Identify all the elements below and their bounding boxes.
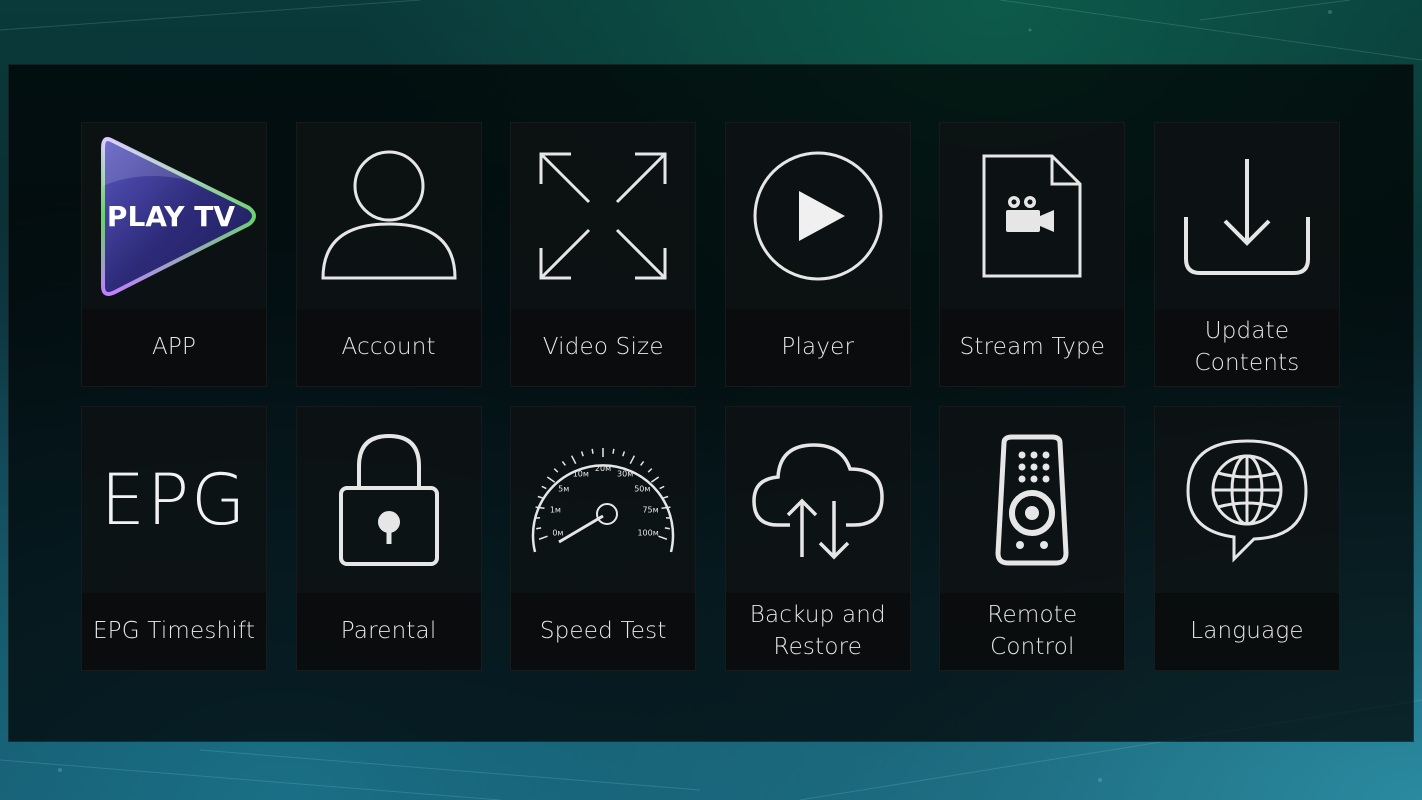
tile-label: Video Size — [542, 333, 664, 360]
tile-label: Account — [341, 333, 436, 360]
gauge-label: 30м — [617, 469, 633, 478]
gauge-tick — [623, 451, 625, 456]
tile-update-contents[interactable]: Update Contents — [1153, 122, 1340, 387]
tile-remote-control[interactable]: Remote Control — [939, 406, 1126, 671]
video-file-icon — [980, 152, 1084, 280]
gauge-tick — [563, 461, 566, 465]
tile-player[interactable]: Player — [724, 122, 911, 387]
tile-label: Language — [1190, 617, 1304, 644]
gauge-tick — [542, 486, 547, 488]
tile-epg-timeshift[interactable]: EPG EPG Timeshift — [81, 406, 267, 671]
tile-parental[interactable]: Parental — [295, 406, 482, 671]
tile-label: EPG Timeshift — [92, 617, 256, 644]
globe-speech-icon — [1182, 435, 1312, 565]
tile-label: APP — [151, 333, 197, 360]
download-icon — [1182, 155, 1312, 277]
tile-video-size[interactable]: Video Size — [510, 122, 697, 387]
cloud-sync-icon — [750, 439, 886, 561]
play-tv-logo-icon: PLAY TV — [89, 126, 259, 306]
tile-stream-type[interactable]: Stream Type — [939, 122, 1126, 387]
gauge-tick — [659, 536, 667, 539]
remote-control-icon — [994, 435, 1070, 565]
tile-backup-restore[interactable]: Backup and Restore — [724, 406, 911, 671]
tile-label: Stream Type — [959, 333, 1106, 360]
tile-speed-test[interactable]: 0м 1м 5м 10м 20м 30м 50м 75м 100м Speed Test — [510, 406, 697, 671]
gauge-tick — [648, 469, 652, 472]
gauge-label: 0м — [553, 528, 564, 537]
tile-label: Remote Control — [987, 602, 1078, 660]
gauge-tick — [664, 496, 669, 497]
expand-arrows-icon — [537, 150, 669, 282]
gauge-tick — [554, 469, 558, 472]
gauge-tick — [660, 486, 665, 488]
tile-label: Backup and Restore — [749, 602, 886, 660]
gauge-tick — [665, 528, 670, 529]
gauge-tick — [641, 461, 644, 465]
gauge-tick — [536, 528, 541, 529]
gauge-label: 50м — [634, 484, 650, 493]
gauge-tick — [536, 507, 545, 508]
tile-label: Update Contents — [1194, 318, 1300, 376]
tile-label: Player — [781, 333, 855, 360]
gauge-tick — [582, 451, 584, 456]
gauge-tick — [592, 449, 593, 454]
play-circle-icon — [751, 149, 885, 283]
user-icon — [319, 146, 459, 286]
tile-account[interactable]: Account — [295, 122, 482, 387]
gauge-tick — [547, 477, 554, 482]
gauge-tick — [613, 449, 614, 454]
tile-label: Parental — [340, 617, 437, 644]
gauge-tick — [662, 507, 671, 508]
gauge-label: 20м — [595, 464, 611, 473]
gauge-label: 10м — [573, 469, 589, 478]
play-tv-logo-text: PLAY TV — [107, 200, 235, 233]
speedometer-icon: 0м 1м 5м 10м 20м 30м50м 75м 100м — [525, 438, 681, 562]
settings-grid: PLAY TV APP Account Video Size Player St… — [81, 122, 1340, 671]
gauge-label: 75м — [643, 506, 659, 515]
gauge-tick — [630, 456, 634, 464]
gauge-label: 100м — [638, 528, 659, 537]
gauge-tick — [652, 477, 659, 482]
gauge-tick — [539, 536, 547, 539]
epg-icon: EPG — [100, 459, 248, 541]
tile-language[interactable]: Language — [1153, 406, 1340, 671]
gauge-label: 5м — [558, 484, 569, 493]
gauge-tick — [572, 456, 576, 464]
gauge-label: 1м — [550, 506, 561, 515]
tile-label: Speed Test — [539, 617, 667, 644]
gauge-tick — [538, 496, 543, 497]
tile-app[interactable]: PLAY TV APP — [81, 122, 267, 387]
lock-icon — [337, 432, 441, 568]
